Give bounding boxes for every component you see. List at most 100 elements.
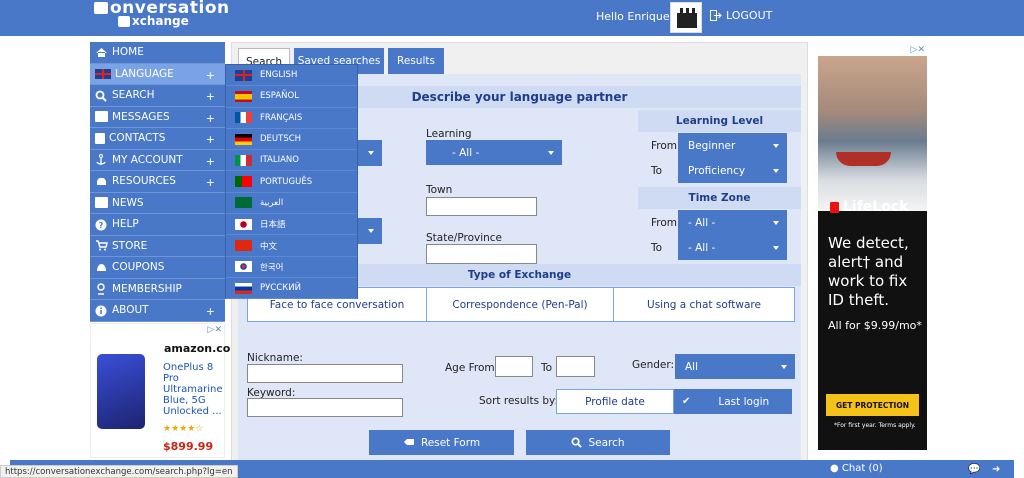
membership-icon: [95, 283, 108, 295]
language-option-portugues[interactable]: PORTUGUÊS: [226, 171, 357, 193]
age-from-input[interactable]: [495, 356, 533, 377]
uk-flag-icon: [95, 68, 111, 79]
lifelock-logo: LifeLock: [830, 199, 908, 215]
sidebar-item-about[interactable]: ABOUT +: [90, 300, 225, 322]
chat-button[interactable]: ● Chat (0): [830, 463, 883, 474]
logo-c-box: [94, 2, 108, 14]
gender-select[interactable]: All: [675, 354, 795, 379]
language-select-partial[interactable]: [358, 140, 382, 166]
logout-label: LOGOUT: [726, 9, 773, 22]
france-flag-icon: [235, 112, 252, 124]
contacts-icon: [95, 132, 105, 144]
level-from-label: From: [651, 140, 678, 152]
search-button[interactable]: Search: [526, 430, 670, 455]
language-option-deutsch[interactable]: DEUTSCH: [226, 129, 357, 151]
level-to-label: To: [651, 165, 663, 177]
saudi-flag-icon: [235, 197, 252, 209]
sidebar-item-language[interactable]: LANGUAGE +: [90, 63, 225, 85]
language-option-english[interactable]: ENGLISH: [226, 65, 357, 87]
rating-stars: ★★★★☆: [163, 424, 204, 434]
boat-image: [836, 152, 891, 166]
ad-choices-icon[interactable]: ▷✕: [911, 45, 925, 55]
uk-flag-icon: [235, 69, 252, 81]
country-select-partial[interactable]: [358, 218, 382, 244]
sidebar-item-contacts[interactable]: CONTACTS +: [90, 128, 225, 150]
ad-photo: [818, 56, 927, 211]
language-option-chinese[interactable]: 中文: [226, 235, 357, 257]
level-from-select[interactable]: Beginner: [678, 133, 787, 158]
search-icon: [95, 90, 108, 102]
check-icon: ✔: [682, 396, 691, 407]
greeting: Hello Enrique !: [596, 10, 678, 23]
svg-text:?: ?: [99, 221, 104, 230]
ad-fine-print: *For first year. Terms apply.: [834, 422, 916, 429]
language-dropdown: ENGLISH ESPAÑOL FRANÇAIS DEUTSCH ITALIAN…: [225, 64, 358, 300]
car-icon: [95, 176, 108, 187]
germany-flag-icon: [235, 133, 252, 145]
state-input[interactable]: [426, 244, 537, 264]
keyword-input[interactable]: [247, 398, 403, 417]
korea-flag-icon: [235, 261, 252, 273]
italy-flag-icon: [235, 154, 252, 166]
sidebar: HOME LANGUAGE + SEARCH + MESSAGES + CONTACT…: [90, 42, 225, 322]
portugal-flag-icon: [235, 176, 252, 188]
logout-button[interactable]: LOGOUT: [710, 9, 772, 22]
language-option-francais[interactable]: FRANÇAIS: [226, 108, 357, 129]
chat-bubble-icon[interactable]: 💬: [968, 464, 980, 475]
tz-from-select[interactable]: - All -: [678, 210, 787, 235]
sidebar-item-membership[interactable]: MEMBERSHIP: [90, 278, 225, 300]
language-option-korean[interactable]: 한국어: [226, 257, 357, 278]
age-from-label: Age From: [445, 362, 495, 374]
lifelock-ad[interactable]: ▷✕ LifeLock We detect, alert† and work t…: [818, 44, 927, 450]
ad-price: $899.99: [163, 440, 214, 453]
sidebar-item-coupons[interactable]: COUPONS: [90, 257, 225, 279]
age-to-input[interactable]: [556, 356, 595, 377]
sort-last-login[interactable]: ✔ Last login: [674, 389, 792, 414]
nickname-input[interactable]: [247, 364, 403, 383]
envelope-icon: [95, 111, 108, 123]
sidebar-item-resources[interactable]: RESOURCES +: [90, 171, 225, 193]
nickname-label: Nickname:: [247, 352, 303, 364]
ad-message: We detect, alert† and work to fix ID the…: [828, 234, 909, 309]
learning-select[interactable]: - All -: [426, 140, 562, 165]
sort-profile-date[interactable]: Profile date: [556, 389, 674, 414]
login-arrow-icon[interactable]: ➜: [992, 464, 1000, 475]
level-to-select[interactable]: Proficiency: [678, 158, 787, 183]
exchange-correspondence[interactable]: Correspondence (Pen-Pal): [426, 287, 614, 322]
ad-product-title[interactable]: OnePlus 8 Pro Ultramarine Blue, 5G Unloc…: [163, 362, 223, 417]
language-option-russian[interactable]: РУССКИЙ: [226, 278, 357, 300]
language-option-italiano[interactable]: ITALIANO: [226, 150, 357, 172]
sidebar-item-home[interactable]: HOME: [90, 42, 225, 64]
info-icon: [95, 305, 108, 317]
town-input[interactable]: [426, 197, 537, 216]
coupon-icon: [95, 262, 108, 273]
tz-to-select[interactable]: - All -: [678, 235, 787, 260]
tab-results[interactable]: Results: [388, 48, 444, 74]
sidebar-item-messages[interactable]: MESSAGES +: [90, 106, 225, 128]
get-protection-button[interactable]: GET PROTECTION: [826, 394, 919, 416]
sidebar-item-help[interactable]: ? HELP: [90, 214, 225, 236]
gender-label: Gender:: [632, 359, 675, 371]
town-label: Town: [426, 184, 453, 196]
help-icon: ?: [95, 219, 108, 231]
sidebar-item-search[interactable]: SEARCH +: [90, 85, 225, 107]
logout-icon: [710, 10, 722, 21]
tz-to-label: To: [651, 242, 663, 254]
site-logo[interactable]: onversation xchange: [92, 0, 229, 30]
learning-level-title: Learning Level: [638, 110, 801, 132]
language-option-japanese[interactable]: 日本語: [226, 214, 357, 236]
sidebar-item-news[interactable]: NEWS: [90, 192, 225, 214]
search-icon: [572, 437, 583, 448]
sidebar-item-my-account[interactable]: MY ACCOUNT +: [90, 149, 225, 171]
ad-choices-icon[interactable]: ▷✕: [208, 325, 222, 335]
home-icon: [95, 47, 108, 58]
language-option-arabic[interactable]: العربية: [226, 193, 357, 215]
ad-price: All for $9.99/mo*: [828, 319, 922, 332]
language-option-espanol[interactable]: ESPAÑOL: [226, 86, 357, 108]
avatar[interactable]: [670, 2, 702, 33]
logo-e-box: [118, 16, 130, 27]
reset-form-button[interactable]: Reset Form: [369, 430, 514, 455]
amazon-ad[interactable]: ▷✕ amazon.com OnePlus 8 Pro Ultramarine …: [90, 323, 242, 458]
sidebar-item-store[interactable]: STORE: [90, 235, 225, 257]
exchange-chat-software[interactable]: Using a chat software: [613, 287, 795, 322]
